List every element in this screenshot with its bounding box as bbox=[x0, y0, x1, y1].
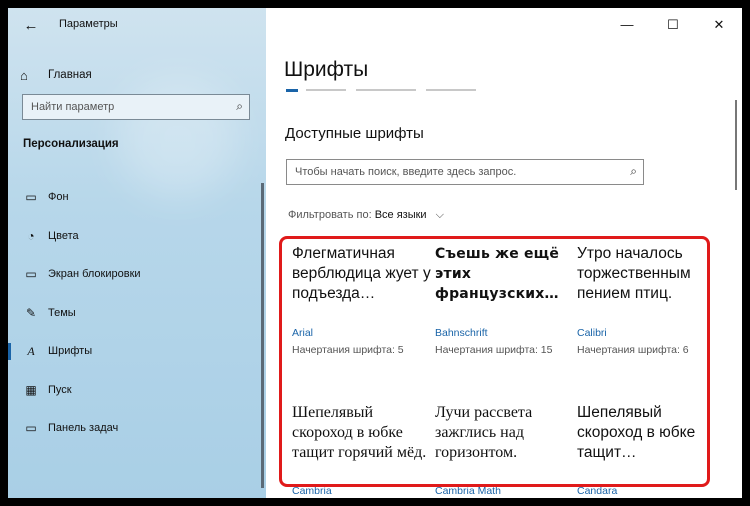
image-icon: ▭ bbox=[25, 190, 37, 205]
chevron-down-icon: ⌵ bbox=[435, 209, 444, 221]
sidebar-item-label: Панель задач bbox=[48, 422, 119, 435]
sidebar-search-input[interactable]: Найти параметр ⌕ bbox=[22, 94, 250, 120]
sidebar-search-placeholder: Найти параметр bbox=[31, 101, 115, 113]
font-name: Arial bbox=[292, 327, 314, 339]
sidebar-item-label: Пуск bbox=[48, 383, 72, 396]
titlebar: ← Параметры bbox=[8, 8, 266, 42]
section-title: Персонализация bbox=[23, 138, 119, 150]
filter-value: Все языки bbox=[374, 209, 427, 221]
font-name[interactable]: Cambria Math bbox=[435, 485, 501, 497]
font-card-cambria-math[interactable]: Лучи рассвета зажглись над горизонтом. bbox=[435, 403, 577, 483]
main-content: — ☐ ✕ Шрифты Доступные шрифты Чтобы нача… bbox=[266, 8, 742, 498]
available-fonts-heading: Доступные шрифты bbox=[285, 125, 424, 142]
close-icon[interactable]: ✕ bbox=[696, 8, 742, 42]
sidebar-item-label: Фон bbox=[48, 191, 69, 204]
font-sample: Шепелявый скороход в юбке тащит… bbox=[577, 404, 696, 461]
maximize-icon[interactable]: ☐ bbox=[650, 8, 696, 42]
font-styles-count: Начертания шрифта: 15 bbox=[435, 344, 553, 356]
font-name: Bahnschrift bbox=[435, 327, 488, 339]
fonts-icon: A bbox=[27, 343, 35, 358]
sidebar-item-label: Шрифты bbox=[48, 345, 93, 358]
window-controls: — ☐ ✕ bbox=[604, 8, 742, 42]
font-name[interactable]: Candara bbox=[577, 485, 617, 497]
page-title: Шрифты bbox=[284, 58, 369, 81]
font-search-placeholder: Чтобы начать поиск, введите здесь запрос… bbox=[295, 166, 517, 178]
app-title: Параметры bbox=[59, 18, 118, 30]
start-icon: ▦ bbox=[25, 382, 37, 397]
font-card-bahnschrift[interactable]: Съешь же ещё этих французских… Bahnschri… bbox=[435, 244, 577, 394]
language-filter[interactable]: Фильтровать по: Все языки ⌵ bbox=[288, 209, 444, 222]
sidebar-item-background[interactable]: ▭ Фон bbox=[8, 178, 266, 217]
active-indicator bbox=[8, 343, 11, 360]
font-sample: Утро началось торжественным пением птиц. bbox=[577, 245, 691, 302]
themes-icon: ✎ bbox=[25, 305, 37, 320]
settings-window: ← Параметры ⌂ Главная Найти параметр ⌕ П… bbox=[8, 8, 742, 498]
strip-line bbox=[356, 89, 416, 91]
minimize-icon[interactable]: — bbox=[604, 8, 650, 42]
strip-accent bbox=[286, 89, 298, 92]
search-icon: ⌕ bbox=[236, 99, 243, 113]
font-search-input[interactable]: Чтобы начать поиск, введите здесь запрос… bbox=[286, 159, 644, 185]
sidebar-item-colors[interactable]: ◔ Цвета bbox=[8, 217, 266, 256]
filter-label: Фильтровать по: bbox=[288, 209, 372, 221]
font-sample: Лучи рассвета зажглись над горизонтом. bbox=[435, 404, 533, 461]
lock-screen-icon: ▭ bbox=[25, 267, 37, 282]
sidebar-item-themes[interactable]: ✎ Темы bbox=[8, 294, 266, 333]
sidebar-scrollbar[interactable] bbox=[261, 183, 264, 488]
search-icon: ⌕ bbox=[630, 164, 637, 178]
sidebar-nav: ▭ Фон ◔ Цвета ▭ Экран блокировки ✎ Темы … bbox=[8, 178, 266, 448]
content-scrollbar[interactable] bbox=[735, 100, 737, 190]
font-card-candara[interactable]: Шепелявый скороход в юбке тащит… bbox=[577, 403, 719, 483]
font-styles-count: Начертания шрифта: 5 bbox=[292, 344, 404, 356]
taskbar-icon: ▭ bbox=[25, 421, 37, 436]
sidebar-item-label: Цвета bbox=[48, 229, 79, 242]
back-arrow-icon[interactable]: ← bbox=[22, 17, 40, 35]
sidebar-item-start[interactable]: ▦ Пуск bbox=[8, 371, 266, 410]
home-label: Главная bbox=[48, 69, 92, 81]
font-card-calibri[interactable]: Утро началось торжественным пением птиц.… bbox=[577, 244, 719, 394]
font-name: Calibri bbox=[577, 327, 607, 339]
font-card-cambria[interactable]: Шепелявый скороход в юбке тащит горячий … bbox=[292, 403, 434, 483]
font-sample: Флегматичная верблюдица жует у подъезда… bbox=[292, 245, 431, 302]
sidebar: ← Параметры ⌂ Главная Найти параметр ⌕ П… bbox=[8, 8, 266, 498]
strip-line bbox=[426, 89, 476, 91]
sidebar-item-label: Темы bbox=[48, 306, 76, 319]
sidebar-item-fonts[interactable]: A Шрифты bbox=[8, 332, 266, 371]
strip-line bbox=[306, 89, 346, 91]
sidebar-item-label: Экран блокировки bbox=[48, 268, 141, 281]
font-card-arial[interactable]: Флегматичная верблюдица жует у подъезда…… bbox=[292, 244, 434, 394]
font-styles-count: Начертания шрифта: 6 bbox=[577, 344, 689, 356]
palette-icon: ◔ bbox=[27, 228, 35, 243]
font-sample: Шепелявый скороход в юбке тащит горячий … bbox=[292, 404, 427, 461]
sidebar-item-lock-screen[interactable]: ▭ Экран блокировки bbox=[8, 255, 266, 294]
sidebar-item-taskbar[interactable]: ▭ Панель задач bbox=[8, 409, 266, 448]
home-link[interactable]: ⌂ Главная bbox=[20, 64, 92, 86]
cut-off-preview-strip bbox=[286, 89, 486, 93]
font-sample: Съешь же ещё этих французских… bbox=[435, 246, 560, 302]
home-icon: ⌂ bbox=[20, 67, 28, 83]
font-name[interactable]: Cambria bbox=[292, 485, 332, 497]
